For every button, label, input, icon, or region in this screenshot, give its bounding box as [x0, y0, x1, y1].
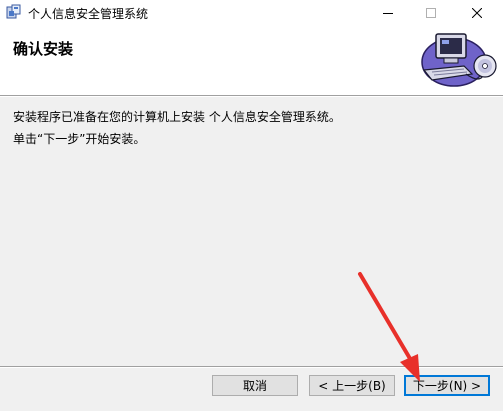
instruction-message: 单击“下一步”开始安装。 [13, 132, 146, 146]
maximize-icon [426, 7, 436, 18]
cancel-button[interactable]: 取消 [212, 375, 298, 396]
minimize-icon [383, 12, 393, 14]
close-button[interactable] [454, 0, 500, 25]
title-bar[interactable]: 个人信息安全管理系统 [0, 0, 503, 25]
ready-message: 安装程序已准备在您的计算机上安装 个人信息安全管理系统。 [13, 110, 341, 124]
header-banner: 确认安装 [0, 25, 503, 95]
window-title: 个人信息安全管理系统 [28, 7, 149, 21]
close-icon [472, 7, 482, 18]
next-button[interactable]: 下一步(N) > [404, 375, 490, 396]
footer-divider-highlight [0, 367, 503, 368]
minimize-button[interactable] [365, 0, 411, 25]
maximize-button[interactable] [408, 0, 454, 25]
banner-divider-highlight [0, 96, 503, 97]
computer-cd-icon [414, 28, 498, 90]
back-button[interactable]: < 上一步(B) [309, 375, 395, 396]
body-content: 安装程序已准备在您的计算机上安装 个人信息安全管理系统。 单击“下一步”开始安装… [13, 108, 493, 152]
page-title: 确认安装 [13, 40, 74, 58]
installer-window: 个人信息安全管理系统 确认安装 安装程序已准备在您的计算机上安装 个人信息安全管… [0, 0, 503, 411]
installer-app-icon [6, 4, 22, 20]
